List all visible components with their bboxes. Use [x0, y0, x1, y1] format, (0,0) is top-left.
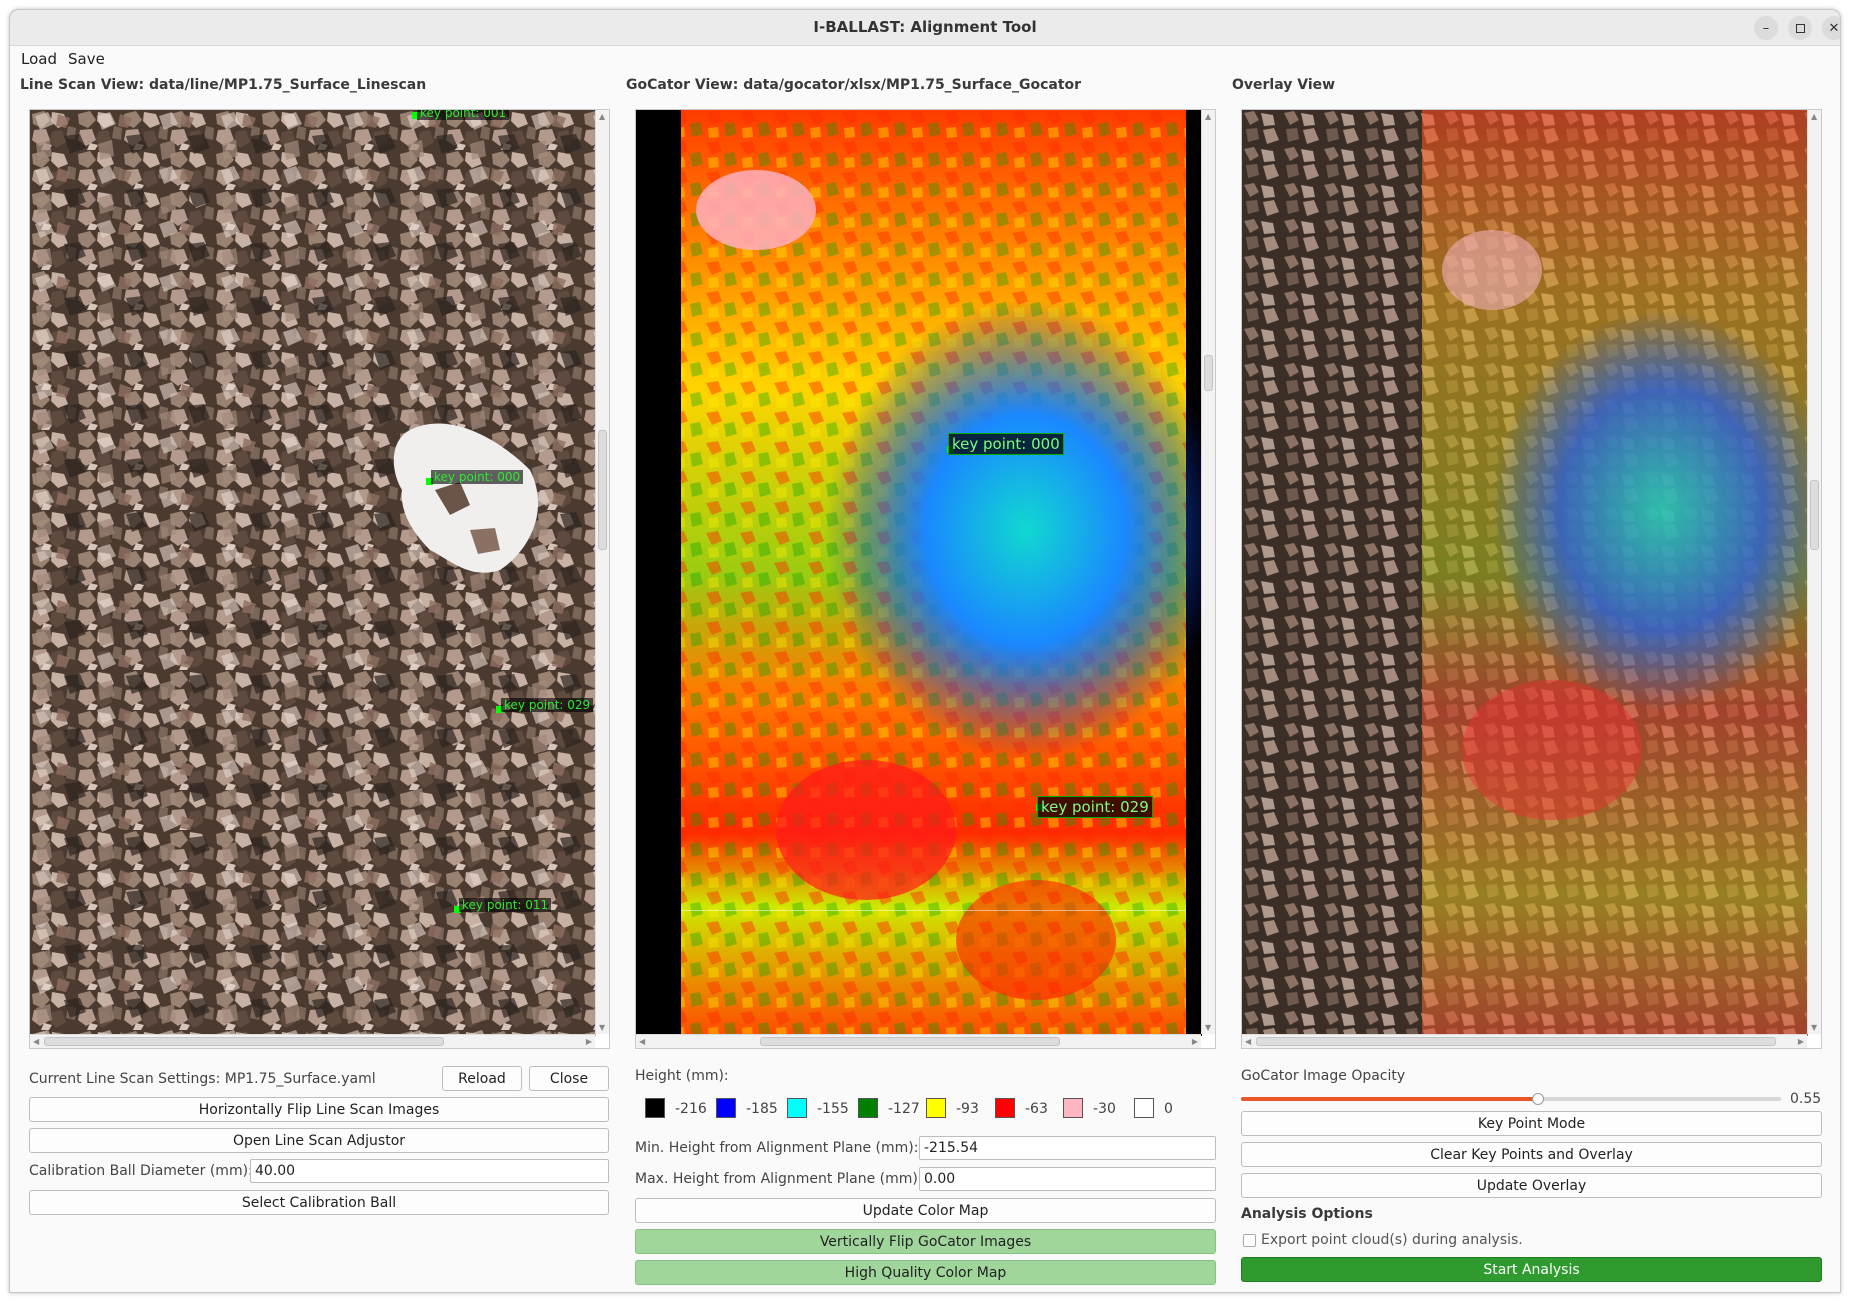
overlay-horizontal-scrollbar[interactable]: ◀ ▶ [1242, 1034, 1807, 1048]
horizontally-flip-button[interactable]: Horizontally Flip Line Scan Images [29, 1097, 609, 1122]
key-point-mode-button[interactable]: Key Point Mode [1241, 1111, 1822, 1136]
minimize-icon: – [1762, 20, 1770, 36]
opacity-label: GoCator Image Opacity [1241, 1068, 1406, 1084]
overlay-title: Overlay View [1232, 77, 1336, 93]
scroll-thumb[interactable] [598, 430, 607, 550]
window-title: I-BALLAST: Alignment Tool [813, 18, 1037, 36]
clear-key-points-button[interactable]: Clear Key Points and Overlay [1241, 1142, 1822, 1167]
legend-swatch [995, 1098, 1015, 1118]
scroll-up-arrow-icon[interactable]: ▲ [1205, 112, 1211, 121]
height-label: Height (mm): [635, 1068, 729, 1084]
key-point-label: key point: 029 [501, 698, 594, 712]
scroll-down-arrow-icon[interactable]: ▼ [1205, 1023, 1211, 1032]
key-point-label: key point: 011 [459, 898, 552, 912]
legend-label: -216 [675, 1101, 707, 1117]
legend-label: -93 [956, 1101, 979, 1117]
menu-load[interactable]: Load [21, 50, 57, 68]
overlay-image[interactable] [1242, 110, 1808, 1036]
calibration-ball-label: Calibration Ball Diameter (mm): [29, 1163, 253, 1179]
legend-label: -185 [746, 1101, 778, 1117]
start-analysis-button[interactable]: Start Analysis [1241, 1257, 1822, 1282]
app-window: I-BALLAST: Alignment Tool – ✕ Load Save … [9, 9, 1841, 1293]
maximize-button[interactable] [1788, 16, 1812, 40]
gocator-view[interactable]: key point: 000 key point: 029 ▲ ▼ ◀ ▶ [635, 109, 1216, 1049]
opacity-value: 0.55 [1790, 1091, 1822, 1107]
legend-swatch [1134, 1098, 1154, 1118]
export-point-cloud-label: Export point cloud(s) during analysis. [1261, 1232, 1523, 1248]
slider-handle[interactable] [1532, 1093, 1544, 1105]
scroll-up-arrow-icon[interactable]: ▲ [1811, 112, 1817, 121]
gocator-horizontal-scrollbar[interactable]: ◀ ▶ [636, 1034, 1201, 1048]
legend-swatch [787, 1098, 807, 1118]
scroll-thumb[interactable] [1810, 480, 1819, 550]
scroll-right-arrow-icon[interactable]: ▶ [1192, 1037, 1198, 1046]
scroll-thumb[interactable] [1204, 355, 1213, 391]
title-bar: I-BALLAST: Alignment Tool – ✕ [10, 10, 1840, 46]
gocator-heightmap-image[interactable] [636, 110, 1202, 1036]
overlay-view[interactable]: ▲ ▼ ◀ ▶ [1241, 109, 1822, 1049]
update-color-map-button[interactable]: Update Color Map [635, 1198, 1216, 1223]
key-point-label: key point: 029 [1037, 796, 1153, 818]
overlay-vertical-scrollbar[interactable]: ▲ ▼ [1807, 110, 1821, 1034]
legend-label: -63 [1025, 1101, 1048, 1117]
menu-bar: Load Save [10, 47, 1840, 71]
maximize-icon [1795, 23, 1805, 33]
export-point-cloud-checkbox[interactable] [1243, 1234, 1256, 1247]
vertically-flip-gocator-button[interactable]: Vertically Flip GoCator Images [635, 1229, 1216, 1254]
gocator-vertical-scrollbar[interactable]: ▲ ▼ [1201, 110, 1215, 1034]
select-calibration-ball-button[interactable]: Select Calibration Ball [29, 1190, 609, 1215]
key-point-label: key point: 000 [431, 470, 524, 484]
reload-button[interactable]: Reload [442, 1066, 522, 1091]
legend-swatch [1063, 1098, 1083, 1118]
minimize-button[interactable]: – [1754, 16, 1778, 40]
high-quality-color-map-button[interactable]: High Quality Color Map [635, 1260, 1216, 1285]
scroll-down-arrow-icon[interactable]: ▼ [1811, 1023, 1817, 1032]
slider-fill [1241, 1097, 1538, 1101]
linescan-view[interactable]: key point: 001 key point: 000 key point:… [29, 109, 610, 1049]
linescan-settings-label: Current Line Scan Settings: MP1.75_Surfa… [29, 1071, 376, 1087]
scroll-thumb[interactable] [760, 1037, 1060, 1046]
max-height-label: Max. Height from Alignment Plane (mm): [635, 1171, 923, 1187]
gocator-title: GoCator View: data/gocator/xlsx/MP1.75_S… [626, 77, 1082, 93]
scroll-left-arrow-icon[interactable]: ◀ [1245, 1037, 1251, 1046]
legend-label: 0 [1164, 1101, 1173, 1117]
analysis-options-header: Analysis Options [1241, 1206, 1373, 1222]
update-overlay-button[interactable]: Update Overlay [1241, 1173, 1822, 1198]
scroll-left-arrow-icon[interactable]: ◀ [639, 1037, 645, 1046]
scroll-left-arrow-icon[interactable]: ◀ [33, 1037, 39, 1046]
legend-swatch [716, 1098, 736, 1118]
close-window-button[interactable]: ✕ [1822, 16, 1840, 40]
scroll-thumb[interactable] [44, 1037, 444, 1046]
menu-save[interactable]: Save [68, 50, 105, 68]
scroll-up-arrow-icon[interactable]: ▲ [599, 112, 605, 121]
linescan-horizontal-scrollbar[interactable]: ◀ ▶ [30, 1034, 595, 1048]
legend-swatch [645, 1098, 665, 1118]
legend-label: -30 [1093, 1101, 1116, 1117]
min-height-label: Min. Height from Alignment Plane (mm): [635, 1140, 919, 1156]
scroll-right-arrow-icon[interactable]: ▶ [586, 1037, 592, 1046]
key-point-label: key point: 000 [948, 433, 1064, 455]
legend-swatch [858, 1098, 878, 1118]
close-icon: ✕ [1828, 20, 1840, 36]
legend-swatch [926, 1098, 946, 1118]
scroll-right-arrow-icon[interactable]: ▶ [1798, 1037, 1804, 1046]
open-line-scan-adjustor-button[interactable]: Open Line Scan Adjustor [29, 1128, 609, 1153]
legend-label: -155 [817, 1101, 849, 1117]
close-button[interactable]: Close [529, 1066, 609, 1091]
key-point-label: key point: 001 [417, 110, 510, 120]
calibration-ball-diameter-field[interactable] [250, 1159, 609, 1183]
legend-label: -127 [888, 1101, 920, 1117]
scroll-down-arrow-icon[interactable]: ▼ [599, 1023, 605, 1032]
linescan-vertical-scrollbar[interactable]: ▲ ▼ [595, 110, 609, 1034]
scroll-thumb[interactable] [1256, 1037, 1776, 1046]
linescan-title: Line Scan View: data/line/MP1.75_Surface… [20, 77, 427, 93]
min-height-field[interactable] [919, 1136, 1216, 1160]
max-height-field[interactable] [919, 1167, 1216, 1191]
